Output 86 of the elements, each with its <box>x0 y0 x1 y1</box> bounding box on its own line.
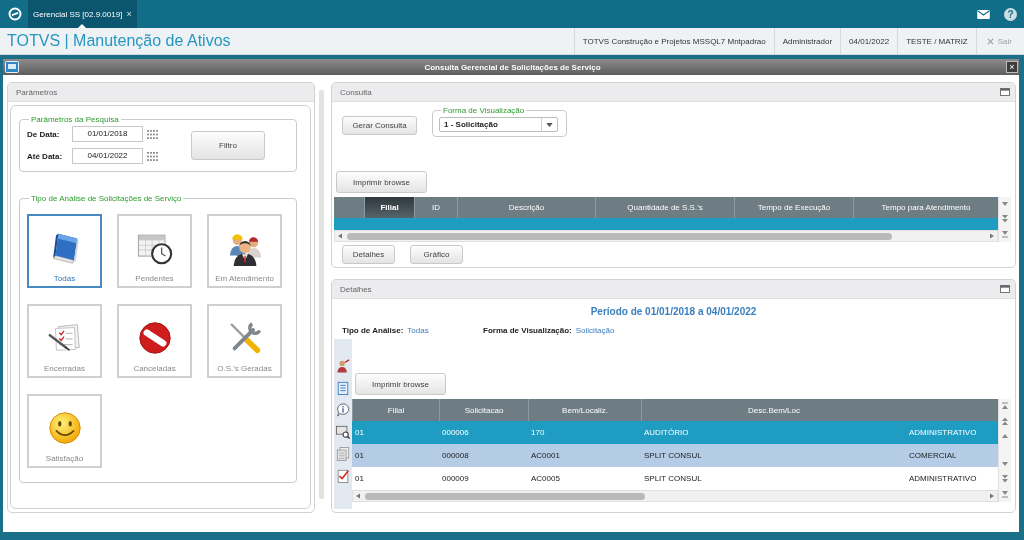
table-cell-text: ADMINISTRATIVO <box>908 474 978 483</box>
scroll-right-icon[interactable] <box>990 233 994 239</box>
table-cell-text: 01 <box>354 474 365 483</box>
panel-title: Parâmetros <box>16 87 58 97</box>
table-cell-text: AUDITÓRIO <box>643 428 690 437</box>
table-cell-text: 01 <box>354 428 365 437</box>
analysis-option[interactable]: O.S.'s Geradas <box>207 304 282 378</box>
scroll-right-icon[interactable] <box>990 493 994 499</box>
minimize-icon[interactable] <box>1000 88 1010 96</box>
column-header[interactable]: Filial <box>364 197 414 218</box>
table-cell-text: 000006 <box>441 428 470 437</box>
documents-icon[interactable] <box>336 447 350 461</box>
date-field[interactable]: 04/01/2022 <box>72 148 143 164</box>
period-title: Período de 01/01/2018 a 04/01/2022 <box>589 305 758 318</box>
filter-button[interactable]: Filtro <box>191 130 265 160</box>
table-cell-text: 01 <box>354 451 365 460</box>
table-cell-text: AC0005 <box>530 474 561 483</box>
panel-title: Detalhes <box>340 284 372 294</box>
date-label: 04/01/2022 <box>840 28 898 54</box>
scroll-bottom-icon[interactable] <box>1000 229 1010 239</box>
tab-close-button[interactable]: × <box>126 9 132 19</box>
horizontal-scrollbar[interactable] <box>334 230 998 242</box>
branch-label: TESTE / MATRIZ <box>897 28 976 54</box>
calendar-icon[interactable] <box>147 151 158 161</box>
summary-value: Todas <box>407 326 429 335</box>
app-tab[interactable]: Gerencial SS [02.9.0019] × <box>28 0 137 28</box>
print-button[interactable]: Imprimir browse <box>355 373 446 395</box>
person-icon[interactable] <box>336 359 350 373</box>
group-title: Tipo de Análise de Solicitações de Serviço <box>30 194 183 203</box>
analysis-option[interactable]: Pendentes <box>117 214 192 288</box>
scroll-left-icon[interactable] <box>338 233 342 239</box>
scroll-page-up-icon[interactable] <box>1000 416 1010 426</box>
window-title: Consulta Gerencial de Solicitações de Serviço <box>423 62 602 72</box>
summary-label: Forma de Visualização: <box>483 326 572 335</box>
analysis-option[interactable]: Canceladas <box>117 304 192 378</box>
close-icon <box>986 37 994 45</box>
table-cell-text: SPLIT CONSUL <box>643 474 703 483</box>
info-icon[interactable] <box>336 403 350 417</box>
table-row[interactable]: 01 000006 170 AUDITÓRIO ADMINISTRATIVO <box>352 421 998 444</box>
help-button[interactable]: ? <box>1004 8 1017 21</box>
generate-button[interactable]: Gerar Consulta <box>342 116 417 135</box>
scrollbar-thumb[interactable] <box>365 492 645 500</box>
group-title: Parâmetros da Pesquisa <box>30 115 120 124</box>
checklist-icon[interactable] <box>336 469 350 483</box>
scroll-bottom-icon[interactable] <box>1000 489 1010 499</box>
environment-label: TOTVS Construção e Projetos MSSQL7 Mntpadrao <box>573 28 774 54</box>
date-field[interactable]: 01/01/2018 <box>72 126 143 142</box>
table-cell-text: 000009 <box>441 474 470 483</box>
panel-title: Consulta <box>340 87 372 97</box>
summary-value: Solicitação <box>575 326 615 335</box>
table-cell-text: 170 <box>530 428 546 437</box>
scroll-page-down-icon[interactable] <box>1000 474 1010 484</box>
view-select[interactable]: 1 - Solicitação <box>439 117 558 132</box>
analysis-option[interactable]: Satisfação <box>27 394 102 468</box>
monitor-search-icon[interactable] <box>336 425 350 439</box>
table-cell-text: COMERCIAL <box>908 451 958 460</box>
logo-icon <box>8 7 22 21</box>
analysis-option[interactable]: Em Atendimento <box>207 214 282 288</box>
calendar-icon[interactable] <box>147 129 158 139</box>
table-cell-text: 000008 <box>441 451 470 460</box>
mail-icon[interactable] <box>977 10 990 19</box>
scroll-top-icon[interactable] <box>1000 401 1010 411</box>
dropdown-arrow-icon <box>546 122 553 127</box>
field-label: Até Data: <box>27 151 64 161</box>
app-title: TOTVS | Manutenção de Ativos <box>7 32 231 50</box>
table-cell-text: AC0001 <box>530 451 561 460</box>
scroll-page-down-icon[interactable] <box>1000 214 1010 224</box>
print-button[interactable]: Imprimir browse <box>336 171 427 193</box>
analysis-option[interactable]: Encerradas <box>27 304 102 378</box>
table-row[interactable]: 01 000008 AC0001 SPLIT CONSUL COMERCIAL <box>352 444 998 467</box>
table-cell-text: SPLIT CONSUL <box>643 451 703 460</box>
user-label: Administrador <box>773 28 841 54</box>
scrollbar-thumb[interactable] <box>347 232 892 240</box>
close-button[interactable]: × <box>1006 61 1018 73</box>
table-cell-text: ADMINISTRATIVO <box>908 428 978 437</box>
window-icon[interactable] <box>5 61 19 73</box>
group-title: Forma de Visualização <box>442 106 526 115</box>
horizontal-scrollbar[interactable] <box>352 490 998 502</box>
details-button[interactable]: Detalhes <box>342 245 395 264</box>
scroll-left-icon[interactable] <box>356 493 360 499</box>
notepad-icon[interactable] <box>336 381 350 395</box>
minimize-icon[interactable] <box>1000 285 1010 293</box>
summary-label: Tipo de Análise: <box>342 326 404 335</box>
field-label: De Data: <box>27 129 61 139</box>
analysis-option[interactable]: Todas <box>27 214 102 288</box>
chart-button[interactable]: Gráfico <box>410 245 463 264</box>
